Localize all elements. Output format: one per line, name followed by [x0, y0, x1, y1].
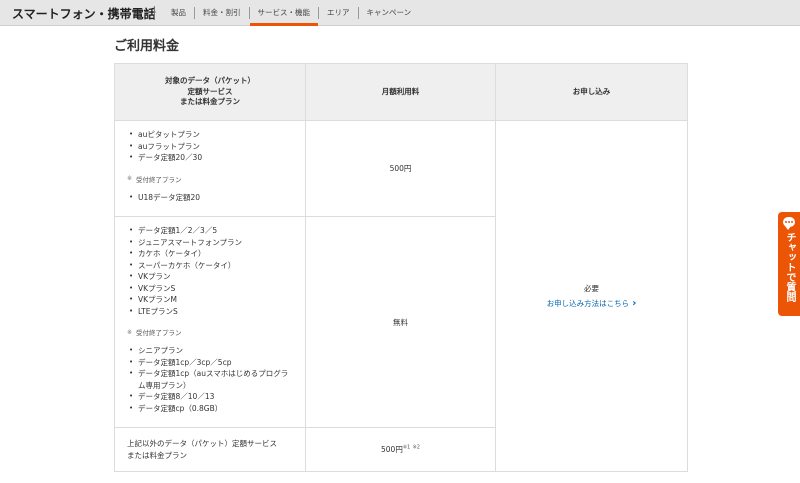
list-item: データ定額1／2／3／5	[127, 225, 293, 237]
list-item: VKプラン	[127, 271, 293, 283]
header-line: または料金プラン	[180, 97, 240, 107]
closed-label-text: 受付終了プラン	[136, 329, 182, 337]
list-item: カケホ（ケータイ）	[127, 248, 293, 260]
fee-value: 500円	[381, 445, 403, 454]
header-application: お申し込み	[495, 63, 688, 121]
plan-list: auピタットプラン auフラットプラン データ定額20／30	[127, 129, 293, 164]
footnote-ref-1[interactable]: ※1	[403, 445, 410, 451]
chat-support-button[interactable]: チャットで質問	[778, 212, 800, 316]
header-line: 定額サービス	[187, 86, 233, 96]
nav-item-area[interactable]: エリア	[319, 0, 358, 26]
nav-item-services[interactable]: サービス・機能	[249, 0, 319, 26]
site-title[interactable]: スマートフォン・携帯電話	[12, 5, 156, 22]
list-item: auフラットプラン	[127, 141, 293, 153]
list-item: データ定額cp（0.8GB）	[127, 403, 293, 415]
list-item: スーパーカケホ（ケータイ）	[127, 260, 293, 272]
nav-divider	[154, 6, 155, 20]
list-item: シニアプラン	[127, 345, 293, 357]
header-line: 対象のデータ（パケット）	[165, 75, 255, 85]
category-nav: 製品 料金・割引 サービス・機能 エリア キャンペーン	[154, 0, 419, 26]
fee-cell: 500円※1 ※2	[305, 427, 496, 472]
plan-list: データ定額1／2／3／5 ジュニアスマートフォンプラン カケホ（ケータイ） スー…	[127, 225, 293, 317]
list-item: データ定額1cp（auスマホはじめるプログラム専用プラン）	[127, 368, 293, 391]
chevron-right-icon: ›	[632, 297, 637, 309]
list-item: データ定額20／30	[127, 152, 293, 164]
nav-item-pricing[interactable]: 料金・割引	[195, 0, 249, 26]
other-plans-line: 上記以外のデータ（パケット）定額サービス	[127, 438, 277, 448]
fee-cell: 500円	[305, 120, 496, 217]
list-item: auピタットプラン	[127, 129, 293, 141]
list-item: U18データ定額20	[127, 192, 293, 204]
table-row: auピタットプラン auフラットプラン データ定額20／30 ※ 受付終了プラン…	[114, 120, 688, 472]
list-item: ジュニアスマートフォンプラン	[127, 237, 293, 249]
note-mark-icon: ※	[127, 175, 133, 182]
table-header-row: 対象のデータ（パケット） 定額サービス または料金プラン 月額利用料 お申し込み	[114, 63, 688, 121]
application-method-link[interactable]: お申し込み方法はこちら ›	[547, 298, 637, 309]
closed-plan-list: シニアプラン データ定額1cp／3cp／5cp データ定額1cp（auスマホはじ…	[127, 345, 293, 414]
header-monthly-fee: 月額利用料	[305, 63, 496, 121]
chat-label: チャットで質問	[784, 232, 795, 302]
list-item: データ定額8／10／13	[127, 391, 293, 403]
nav-item-campaign[interactable]: キャンペーン	[359, 0, 420, 26]
chat-dots	[785, 221, 793, 223]
plans-cell: データ定額1／2／3／5 ジュニアスマートフォンプラン カケホ（ケータイ） スー…	[114, 216, 306, 428]
closed-plan-list: U18データ定額20	[127, 192, 293, 204]
pricing-table: 対象のデータ（パケット） 定額サービス または料金プラン 月額利用料 お申し込み…	[114, 63, 688, 472]
fee-cell: 無料	[305, 216, 496, 428]
chat-bubble-icon	[783, 217, 795, 230]
closed-label-text: 受付終了プラン	[136, 175, 182, 184]
list-item: VKプランS	[127, 283, 293, 295]
global-header: スマートフォン・携帯電話 製品 料金・割引 サービス・機能 エリア キャンペーン	[0, 0, 800, 26]
other-plans-line: または料金プラン	[127, 450, 187, 460]
note-mark-icon: ※	[127, 328, 133, 336]
list-item: VKプランM	[127, 294, 293, 306]
application-link-label: お申し込み方法はこちら	[546, 299, 630, 308]
other-plans-cell: 上記以外のデータ（パケット）定額サービス または料金プラン	[114, 427, 306, 472]
application-status: 必要	[584, 284, 599, 293]
closed-plans-label: ※ 受付終了プラン	[127, 174, 293, 184]
page-title: ご利用料金	[114, 39, 180, 54]
header-target-plans: 対象のデータ（パケット） 定額サービス または料金プラン	[114, 63, 306, 121]
application-cell: 必要 お申し込み方法はこちら ›	[495, 120, 688, 472]
list-item: LTEプランS	[127, 306, 293, 318]
nav-item-products[interactable]: 製品	[163, 0, 194, 26]
closed-plans-label: ※ 受付終了プラン	[127, 327, 293, 338]
plans-cell: auピタットプラン auフラットプラン データ定額20／30 ※ 受付終了プラン…	[114, 120, 306, 217]
footnote-ref-2[interactable]: ※2	[413, 445, 420, 451]
list-item: データ定額1cp／3cp／5cp	[127, 357, 293, 369]
